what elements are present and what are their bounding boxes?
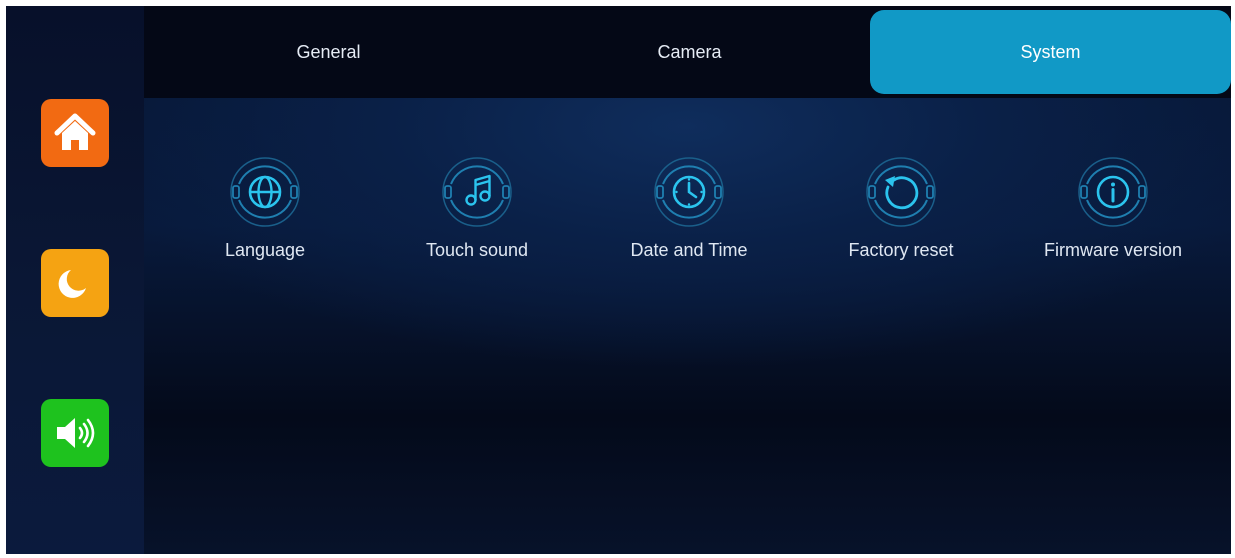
tab-system[interactable]: System [870, 10, 1231, 94]
language-label: Language [224, 240, 306, 260]
info-icon [1078, 157, 1148, 227]
reset-icon [866, 157, 936, 227]
volume-button[interactable] [41, 399, 109, 467]
globe-icon [230, 157, 300, 227]
settings-screen: General Camera System Language Touch sou… [6, 6, 1231, 554]
music-note-icon [442, 157, 512, 227]
touch-sound-item[interactable]: Touch sound [377, 154, 577, 261]
home-icon [54, 113, 96, 150]
firmware-version-item[interactable]: Firmware version [1013, 154, 1213, 261]
system-settings-list: Language Touch sound Date and Time Facto… [144, 154, 1231, 284]
home-button[interactable] [41, 99, 109, 167]
firmware-version-label: Firmware version [1043, 240, 1183, 260]
tab-bar: General Camera System [144, 6, 1231, 98]
main-panel: General Camera System Language Touch sou… [144, 6, 1231, 554]
factory-reset-item[interactable]: Factory reset [801, 154, 1001, 261]
language-item[interactable]: Language [165, 154, 365, 261]
clock-icon [654, 157, 724, 227]
speaker-icon [57, 418, 95, 448]
date-and-time-item[interactable]: Date and Time [589, 154, 789, 261]
touch-sound-label: Touch sound [425, 240, 529, 260]
night-mode-button[interactable] [41, 249, 109, 317]
factory-reset-label: Factory reset [848, 240, 954, 260]
sidebar [6, 6, 144, 554]
tab-general[interactable]: General [148, 10, 509, 94]
tab-camera[interactable]: Camera [509, 10, 870, 94]
date-and-time-label: Date and Time [630, 240, 748, 260]
moon-icon [58, 270, 86, 298]
